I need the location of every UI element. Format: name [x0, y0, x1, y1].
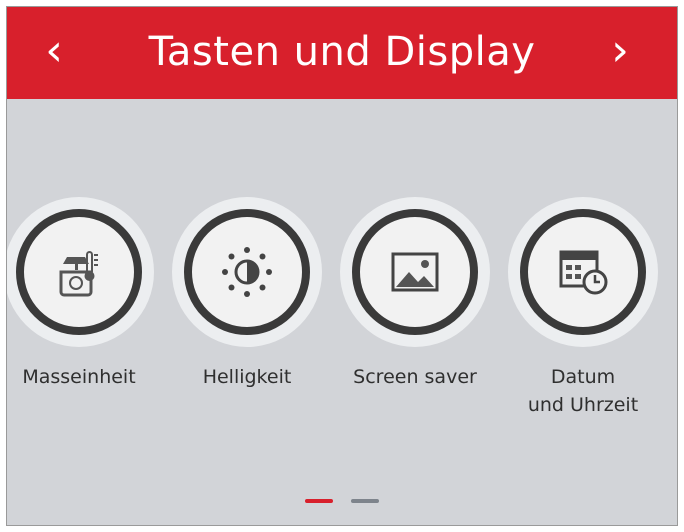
- prev-arrow-button[interactable]: ‹: [29, 21, 79, 81]
- menu-item-masseinheit[interactable]: Masseinheit: [7, 197, 159, 391]
- settings-grid: Masseinheit Helligkeit Screen saver Datu…: [7, 99, 677, 525]
- menu-item-label: Helligkeit: [202, 366, 292, 388]
- menu-item-label: Screen saver: [353, 366, 477, 388]
- page-dot-active[interactable]: [305, 499, 334, 503]
- menu-item-label: Masseinheit: [22, 366, 136, 388]
- page-title: Tasten und Display: [148, 29, 536, 75]
- scale-icon: [59, 251, 98, 297]
- brightness-icon: [222, 247, 272, 297]
- menu-item-datum-uhrzeit[interactable]: Datum und Uhrzeit: [503, 197, 663, 419]
- icon-circle: [340, 197, 490, 347]
- menu-item-helligkeit[interactable]: Helligkeit: [167, 197, 327, 391]
- app-window: ‹ Tasten und Display › Masseinheit Helli…: [6, 6, 678, 526]
- next-arrow-button[interactable]: ›: [595, 21, 645, 81]
- image-icon: [391, 252, 439, 292]
- icon-circle: [7, 197, 154, 347]
- page-indicator: [7, 499, 677, 505]
- icon-circle: [508, 197, 658, 347]
- menu-item-label: Datum und Uhrzeit: [527, 366, 639, 416]
- calendar-clock-icon: [559, 250, 608, 295]
- page-dot-inactive[interactable]: [350, 499, 379, 503]
- icon-circle: [172, 197, 322, 347]
- header-bar: ‹ Tasten und Display ›: [7, 7, 677, 99]
- menu-item-screen-saver[interactable]: Screen saver: [335, 197, 495, 391]
